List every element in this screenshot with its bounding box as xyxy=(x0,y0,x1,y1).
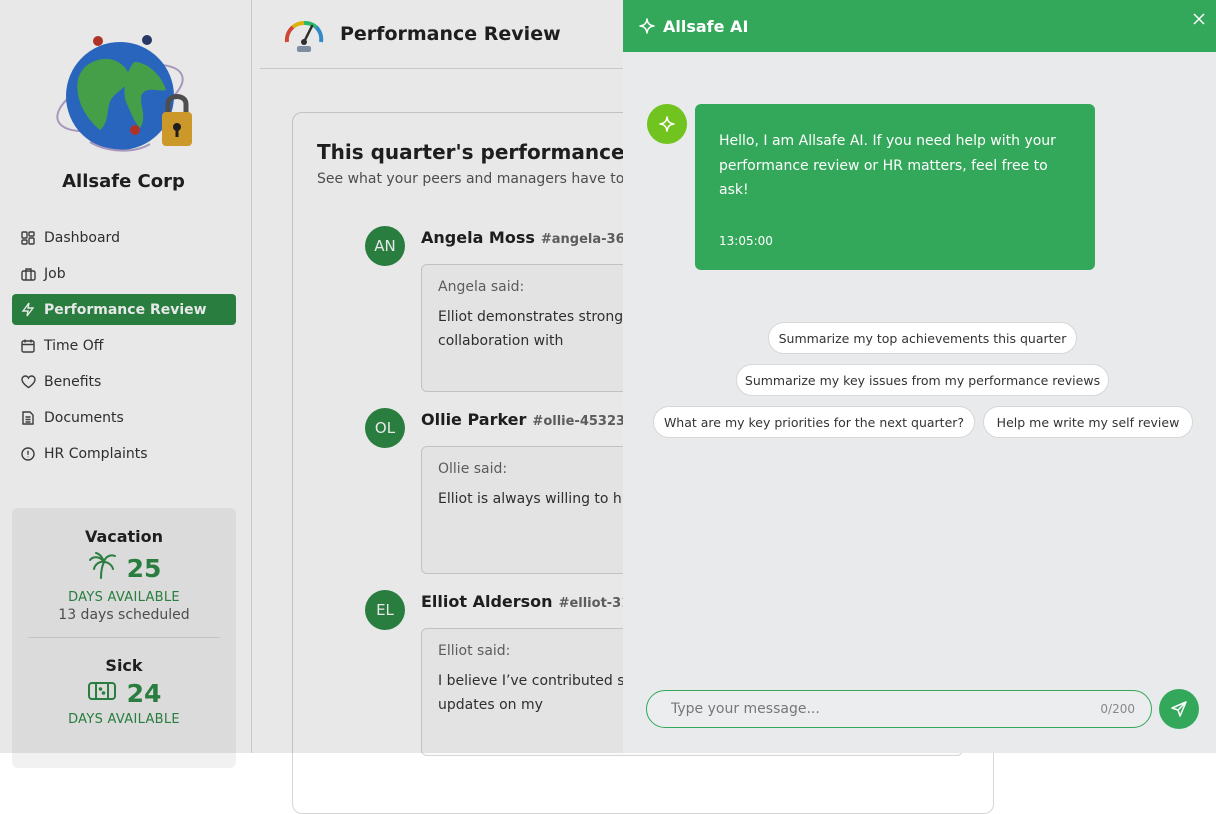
chat-header: Allsafe AI xyxy=(623,0,1216,52)
message-timestamp: 13:05:00 xyxy=(719,234,773,248)
suggestion-chip[interactable]: Summarize my top achievements this quart… xyxy=(768,322,1077,354)
bot-message: Hello, I am Allsafe AI. If you need help… xyxy=(695,104,1095,270)
bot-message-text: Hello, I am Allsafe AI. If you need help… xyxy=(719,133,1056,198)
bot-avatar xyxy=(647,104,687,144)
suggestion-chip[interactable]: Help me write my self review xyxy=(983,406,1193,438)
sparkle-icon xyxy=(659,116,675,132)
suggestion-chip[interactable]: What are my key priorities for the next … xyxy=(653,406,975,438)
character-counter: 0/200 xyxy=(1100,702,1135,716)
ai-chat-panel: Allsafe AI Hello, I am Allsafe AI. If yo… xyxy=(623,0,1216,753)
send-icon xyxy=(1171,701,1187,717)
message-input[interactable] xyxy=(671,699,1081,719)
sparkle-icon xyxy=(639,18,655,34)
suggestion-chip[interactable]: Summarize my key issues from my performa… xyxy=(736,364,1109,396)
chat-title: Allsafe AI xyxy=(663,16,749,36)
modal-backdrop[interactable] xyxy=(0,0,623,753)
close-icon[interactable] xyxy=(1192,12,1206,26)
message-input-wrapper: 0/200 xyxy=(646,690,1152,728)
send-button[interactable] xyxy=(1159,689,1199,729)
